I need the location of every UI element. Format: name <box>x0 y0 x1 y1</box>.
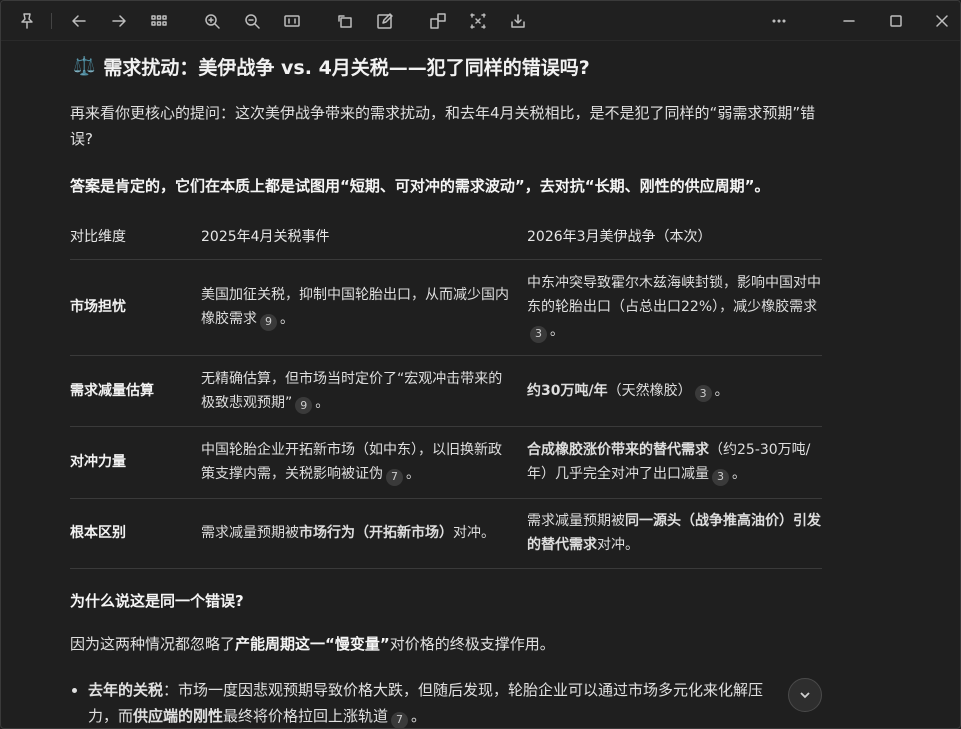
cell-bold-text: 约30万吨/年 <box>527 382 608 399</box>
zoom-in-icon[interactable] <box>200 9 224 33</box>
why-bold: 产能周期这一“慢变量” <box>235 635 390 653</box>
chevron-down-icon <box>800 692 810 699</box>
toolbar-divider <box>51 13 52 29</box>
bullet-end: 。 <box>411 707 427 725</box>
intro-paragraph: 再来看你更核心的提问：这次美伊战争带来的需求扰动，和去年4月关税相比，是不是犯了… <box>70 104 816 148</box>
edit-icon[interactable] <box>373 9 397 33</box>
section-title-text: 需求扰动：美伊战争 vs. 4月关税——犯了同样的错误吗? <box>103 57 590 79</box>
minimize-icon[interactable] <box>837 9 861 33</box>
citation-badge[interactable]: 3 <box>694 385 712 402</box>
why-post: 对价格的终极支撑作用。 <box>389 635 555 653</box>
toolbar <box>1 1 960 41</box>
cell-text: 对冲。 <box>597 537 639 553</box>
cell-text: 需求减量预期被 <box>527 513 625 529</box>
table-row: 市场担忧 美国加征关税，抑制中国轮胎出口，从而减少国内橡胶需求 9。 中东冲突导致… <box>70 259 822 356</box>
why-paragraph: 因为这两种情况都忽略了产能周期这一“慢变量”对价格的终极支撑作用。 <box>70 631 820 657</box>
citation-badge[interactable]: 9 <box>295 397 313 414</box>
back-icon[interactable] <box>67 9 91 33</box>
citation-badge[interactable]: 3 <box>530 325 547 343</box>
row-2026-cell: 约30万吨/年（天然橡胶） 3。 <box>527 355 822 427</box>
answer-paragraph: 答案是肯定的，它们在本质上都是试图用“短期、可对冲的需求波动”，去对抗“长期、刚… <box>70 173 820 199</box>
answer-pre: 答案是 <box>70 177 116 195</box>
cell-text: 中国轮胎企业开拓新市场（如中东），以旧换新政策支撑内需，关税影响被证伪 <box>201 442 502 482</box>
scroll-down-button[interactable] <box>788 678 822 712</box>
row-2025-cell: 无精确估算，但市场当时定价了“宏观冲击带来的极致悲观预期” 9。 <box>201 355 527 427</box>
bullet-bold: 去年的关税 <box>88 681 164 699</box>
bullet-text: 最终将价格拉回上涨轨道 <box>223 707 389 725</box>
citation-badge[interactable]: 9 <box>260 313 277 331</box>
pin-icon[interactable] <box>15 9 39 33</box>
crop-icon[interactable] <box>466 9 490 33</box>
cell-text: （天然橡胶） <box>607 382 692 399</box>
close-icon[interactable] <box>930 9 954 33</box>
header-dimension: 对比维度 <box>70 214 201 260</box>
app-window: ⚖️ 需求扰动：美伊战争 vs. 4月关税——犯了同样的错误吗? 再来看你更核心… <box>0 0 961 729</box>
cell-text: 美国加征关税，抑制中国轮胎出口，从而减少国内橡胶需求 <box>201 287 509 327</box>
row-2025-cell: 中国轮胎企业开拓新市场（如中东），以旧换新政策支撑内需，关税影响被证伪 7。 <box>201 426 527 499</box>
cell-text: 对冲。 <box>453 525 495 541</box>
forward-icon[interactable] <box>107 9 131 33</box>
table-row: 根本区别 需求减量预期被市场行为（开拓新市场）对冲。 需求减量预期被同一源头（战… <box>70 498 822 569</box>
citation-badge[interactable]: 3 <box>712 468 729 486</box>
row-dim: 市场担忧 <box>70 259 201 356</box>
why-pre: 因为这两种情况都忽略了 <box>70 635 236 653</box>
bullet-bold: 供应端的刚性 <box>133 707 224 725</box>
table-row: 需求减量估算 无精确估算，但市场当时定价了“宏观冲击带来的极致悲观预期” 9。 约… <box>70 355 822 427</box>
table-header-row: 对比维度 2025年4月关税事件 2026年3月美伊战争（本次） <box>70 214 822 260</box>
row-2026-cell: 合成橡胶涨价带来的替代需求（约25-30万吨/年）几乎完全对冲了出口减量 3。 <box>527 426 822 499</box>
list-item: 去年的关税：市场一度因悲观预期导致价格大跌，但随后发现，轮胎企业可以通过市场多元… <box>70 677 790 728</box>
answer-bold: 肯定的，它们在本质上都是试图用“短期、可对冲的需求波动”，去对抗“长期、刚性的供… <box>115 177 770 195</box>
row-dim: 根本区别 <box>70 498 201 569</box>
row-2025-cell: 美国加征关税，抑制中国轮胎出口，从而减少国内橡胶需求 9。 <box>201 259 527 356</box>
comparison-table: 对比维度 2025年4月关税事件 2026年3月美伊战争（本次） 市场担忧 美国… <box>70 214 822 569</box>
row-2026-cell: 中东冲突导致霍尔木兹海峡封锁，影响中国对中东的轮胎出口（占总出口22%），减少橡… <box>527 259 822 356</box>
row-dim: 需求减量估算 <box>70 355 201 427</box>
balance-scale-icon: ⚖️ <box>73 56 96 77</box>
header-2026: 2026年3月美伊战争（本次） <box>527 214 822 260</box>
extract-icon[interactable] <box>426 9 450 33</box>
cell-text: 需求减量预期被 <box>201 525 299 541</box>
cell-bold-text: 市场行为（开拓新市场） <box>299 525 453 541</box>
row-2026-cell: 需求减量预期被同一源头（战争推高油价）引发的替代需求对冲。 <box>527 498 822 569</box>
grid-icon[interactable] <box>147 9 171 33</box>
more-icon[interactable] <box>767 9 791 33</box>
citation-badge[interactable]: 7 <box>386 468 403 486</box>
header-2025: 2025年4月关税事件 <box>201 214 527 260</box>
zoom-out-icon[interactable] <box>240 9 264 33</box>
rotate-icon[interactable] <box>333 9 357 33</box>
maximize-icon[interactable] <box>884 9 908 33</box>
why-heading: 为什么说这是同一个错误? <box>70 592 244 610</box>
row-dim: 对冲力量 <box>70 426 201 499</box>
cell-text: 中东冲突导致霍尔木兹海峡封锁，影响中国对中东的轮胎出口（占总出口22%），减少橡… <box>527 275 821 315</box>
download-icon[interactable] <box>506 9 530 33</box>
table-row: 对冲力量 中国轮胎企业开拓新市场（如中东），以旧换新政策支撑内需，关税影响被证伪… <box>70 426 822 499</box>
cell-text: 无精确估算，但市场当时定价了“宏观冲击带来的极致悲观预期” <box>201 370 503 411</box>
fit-width-icon[interactable] <box>280 9 304 33</box>
row-2025-cell: 需求减量预期被市场行为（开拓新市场）对冲。 <box>201 498 527 569</box>
cell-bold-text: 合成橡胶涨价带来的替代需求 <box>527 442 709 458</box>
section-title: ⚖️ 需求扰动：美伊战争 vs. 4月关税——犯了同样的错误吗? <box>73 53 590 80</box>
citation-badge[interactable]: 7 <box>391 711 409 728</box>
